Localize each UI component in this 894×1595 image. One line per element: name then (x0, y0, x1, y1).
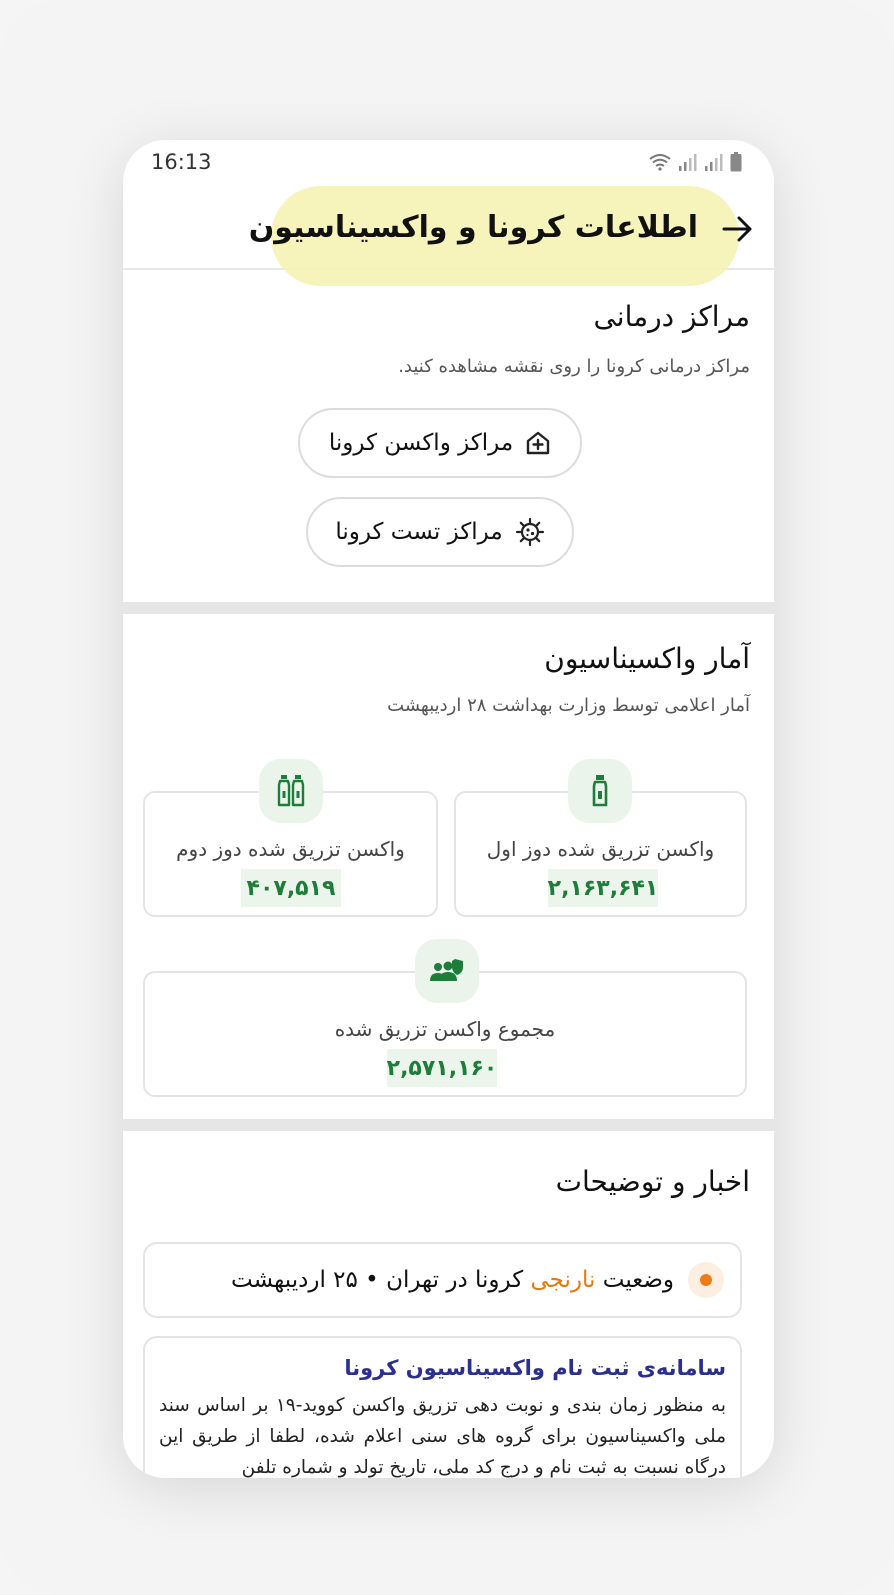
hospital-plus-icon (526, 431, 550, 455)
arrow-right-icon[interactable] (720, 212, 754, 246)
app-bar: اطلاعات کرونا و واکسیناسیون (123, 184, 774, 286)
treatment-centers-title: مراکز درمانی (593, 300, 750, 333)
vaccination-stats-title: آمار واکسیناسیون (544, 642, 750, 675)
status-bar: 16:13 (123, 140, 774, 184)
page-title: اطلاعات کرونا و واکسیناسیون (248, 210, 698, 245)
stat-icon-total (415, 939, 479, 1003)
news-article-heading: سامانه‌ی ثبت نام واکسیناسیون کرونا (344, 1356, 726, 1380)
signal-icon (679, 154, 697, 171)
vaccine-vial-icon (592, 775, 608, 807)
section-divider (123, 602, 774, 614)
covid-status-text: وضعیت نارنجی کرونا در تهران • ۲۵ اردیبهش… (231, 1267, 674, 1293)
vaccination-stats-subtitle: آمار اعلامی توسط وزارت بهداشت ۲۸ اردیبهش… (387, 695, 750, 716)
stat-value: ۲,۵۷۱,۱۶۰ (387, 1049, 497, 1087)
phone-screen: 16:13 اطلاعات کرونا و واکسیناسیون مراکز … (123, 140, 774, 1478)
news-title: اخبار و توضیحات (555, 1165, 750, 1198)
status-suffix: کرونا در تهران • ۲۵ اردیبهشت (231, 1267, 524, 1293)
covid-status-card[interactable]: وضعیت نارنجی کرونا در تهران • ۲۵ اردیبهش… (143, 1242, 742, 1318)
status-time: 16:13 (151, 150, 212, 174)
test-centers-label: مراکز تست کرونا (335, 519, 503, 545)
stat-label: واکسن تزریق شده دوز اول (486, 837, 715, 861)
status-level: نارنجی (530, 1267, 596, 1293)
news-article-card[interactable]: سامانه‌ی ثبت نام واکسیناسیون کرونا به من… (143, 1336, 742, 1478)
section-divider (123, 1119, 774, 1131)
news-article-body: به منظور زمان بندی و نوبت دهی تزریق واکس… (159, 1395, 726, 1478)
wifi-icon (649, 154, 671, 171)
signal-icon (705, 154, 723, 171)
virus-icon (515, 517, 544, 547)
stat-value: ۴۰۷,۵۱۹ (241, 869, 341, 907)
status-icons (648, 152, 742, 172)
status-prefix: وضعیت (602, 1267, 674, 1293)
vaccine-centers-label: مراکز واکسن کرونا (328, 430, 514, 456)
people-shield-icon (430, 959, 463, 981)
test-centers-button[interactable]: مراکز تست کرونا (306, 497, 574, 567)
stat-icon-first-dose (568, 759, 632, 823)
vaccine-centers-button[interactable]: مراکز واکسن کرونا (298, 408, 582, 478)
stat-label: واکسن تزریق شده دوز دوم (176, 837, 405, 861)
battery-icon (730, 152, 742, 172)
stat-icon-second-dose (259, 759, 323, 823)
treatment-centers-subtitle: مراکز درمانی کرونا را روی نقشه مشاهده کن… (398, 356, 750, 377)
stat-label: مجموع واکسن تزریق شده (334, 1017, 556, 1041)
vaccine-vials-icon (277, 775, 305, 807)
stat-value: ۲,۱۶۳,۶۴۱ (548, 869, 658, 907)
status-dot-icon (688, 1262, 724, 1298)
